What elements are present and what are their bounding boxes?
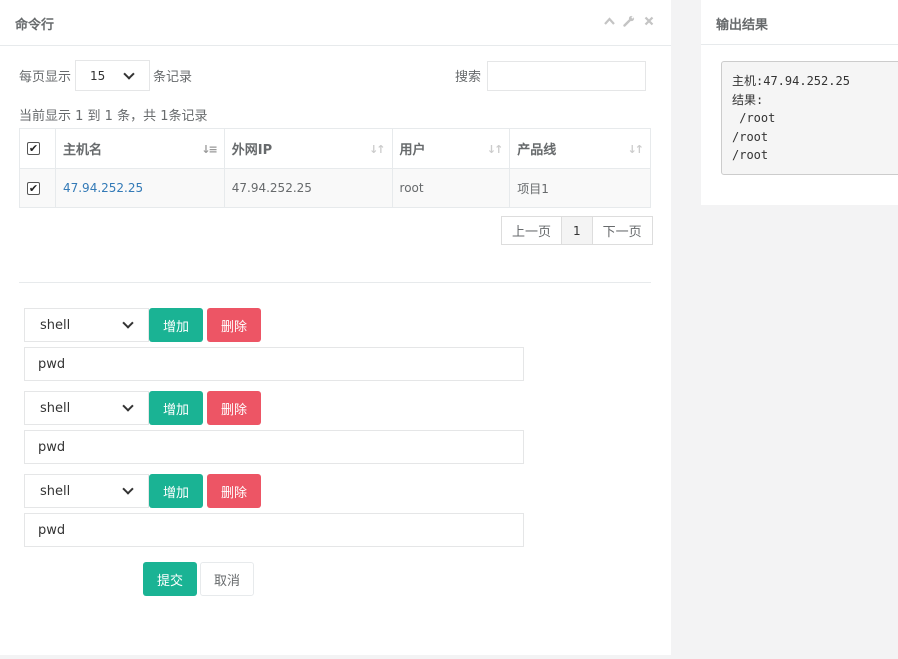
command-type-select[interactable]: shell (24, 474, 149, 508)
delete-command-button[interactable]: 删除 (207, 391, 261, 425)
column-header-hostname[interactable]: 主机名 ↓≡ (54, 128, 225, 169)
sort-icon: ↓↑ (486, 143, 504, 156)
chevron-down-icon (122, 483, 134, 495)
cancel-button[interactable]: 取消 (200, 562, 254, 596)
panel-title: 命令行 (15, 18, 55, 33)
wrench-icon[interactable] (623, 14, 635, 28)
command-type-value: shell (40, 401, 71, 416)
search-label: 搜索 (455, 70, 482, 85)
command-type-select[interactable]: shell (24, 391, 149, 425)
command-panel: 命令行 每页显示 15 条记录 搜索 当前显示 1 到 1 条，共 1条记录 ✔… (0, 0, 671, 655)
command-type-select[interactable]: shell (24, 308, 149, 342)
output-text: 主机:47.94.252.25 结果: /root /root /root (721, 61, 898, 175)
chevron-down-icon (123, 68, 135, 80)
page-size-value: 15 (90, 69, 106, 83)
column-header-ip[interactable]: 外网IP ↓↑ (223, 128, 393, 169)
per-page-label: 每页显示 (19, 70, 72, 85)
column-label: 产品线 (517, 143, 557, 158)
product-cell: 项目1 (509, 168, 651, 208)
select-all-checkbox[interactable]: ✔ (27, 142, 40, 155)
sort-icon: ↓↑ (369, 143, 386, 156)
search-input[interactable] (487, 61, 646, 91)
panel-tools (603, 14, 655, 28)
add-command-button[interactable]: 增加 (149, 474, 203, 508)
user-cell: root (391, 168, 511, 208)
table-row[interactable]: ✔ 47.94.252.25 47.94.252.25 root 项目1 (19, 168, 651, 208)
command-input[interactable]: pwd (24, 430, 524, 464)
output-panel: 输出结果 主机:47.94.252.25 结果: /root /root /ro… (701, 0, 898, 205)
select-all-header[interactable]: ✔ (19, 128, 56, 169)
chevron-down-icon (122, 317, 134, 329)
delete-command-button[interactable]: 删除 (207, 308, 261, 342)
table-info: 当前显示 1 到 1 条，共 1条记录 (19, 109, 208, 124)
column-header-user[interactable]: 用户 ↓↑ (391, 128, 511, 169)
column-label: 外网IP (231, 143, 273, 158)
command-input[interactable]: pwd (24, 513, 524, 547)
chevron-up-icon[interactable] (603, 14, 615, 28)
command-type-value: shell (40, 318, 71, 333)
sort-desc-icon: ↓≡ (201, 143, 218, 156)
add-command-button[interactable]: 增加 (149, 391, 203, 425)
row-checkbox[interactable]: ✔ (27, 182, 40, 195)
close-icon[interactable] (643, 14, 655, 28)
hostname-cell[interactable]: 47.94.252.25 (54, 168, 225, 208)
hostname-link[interactable]: 47.94.252.25 (63, 181, 143, 195)
pagination: 上一页 1 下一页 (501, 216, 653, 245)
output-panel-header: 输出结果 (701, 0, 898, 45)
table-header-row: ✔ 主机名 ↓≡ 外网IP ↓↑ 用户 ↓↑ 产品线 ↓↑ (19, 128, 651, 169)
command-panel-header: 命令行 (0, 0, 671, 46)
chevron-down-icon (122, 400, 134, 412)
current-page-button[interactable]: 1 (561, 216, 593, 245)
host-table: ✔ 主机名 ↓≡ 外网IP ↓↑ 用户 ↓↑ 产品线 ↓↑ ✔ 47.94.25… (19, 128, 651, 208)
column-header-product[interactable]: 产品线 ↓↑ (509, 128, 651, 169)
delete-command-button[interactable]: 删除 (207, 474, 261, 508)
records-label: 条记录 (153, 70, 193, 85)
command-input[interactable]: pwd (24, 347, 524, 381)
sort-icon: ↓↑ (627, 143, 645, 156)
column-label: 主机名 (62, 143, 102, 158)
row-select-cell[interactable]: ✔ (19, 168, 56, 208)
submit-button[interactable]: 提交 (143, 562, 197, 596)
prev-page-button[interactable]: 上一页 (501, 216, 563, 245)
add-command-button[interactable]: 增加 (149, 308, 203, 342)
divider (19, 282, 651, 283)
next-page-button[interactable]: 下一页 (591, 216, 653, 245)
ip-cell: 47.94.252.25 (223, 168, 393, 208)
page-size-select[interactable]: 15 (75, 60, 150, 91)
command-type-value: shell (40, 484, 71, 499)
output-title: 输出结果 (716, 18, 769, 33)
column-label: 用户 (399, 143, 426, 158)
